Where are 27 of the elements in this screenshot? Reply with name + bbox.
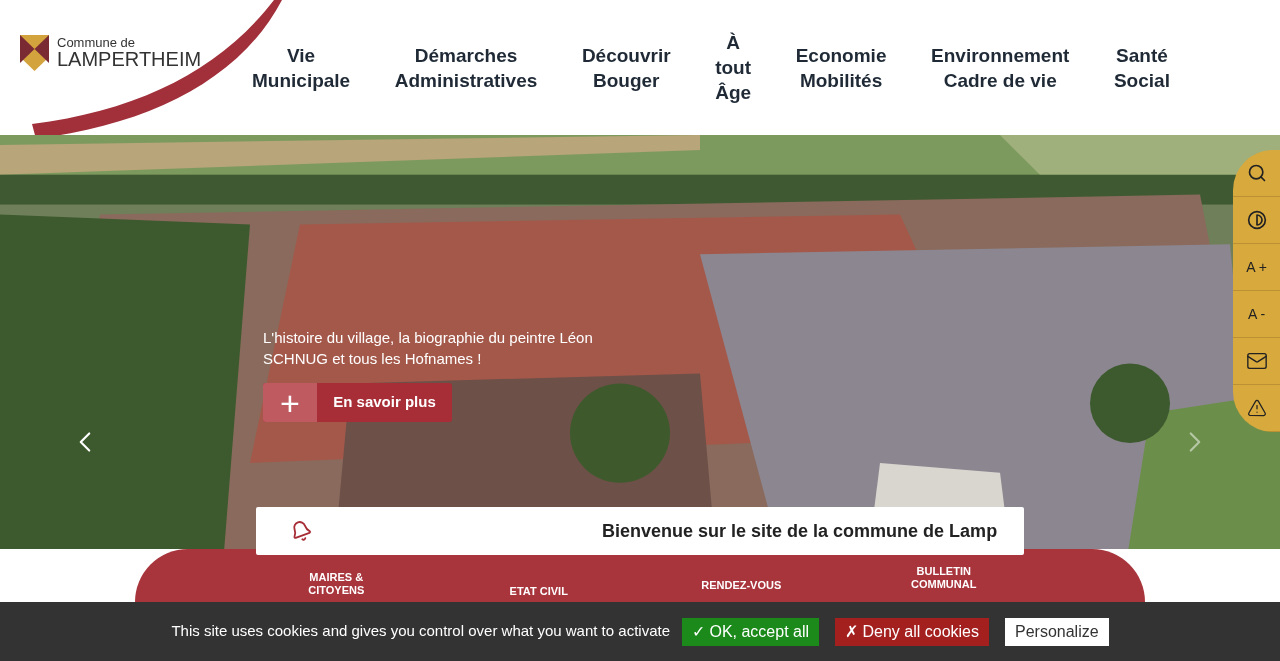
accessibility-button[interactable]: A + [1233,244,1280,291]
warning-icon [1246,398,1267,418]
quick-link[interactable]: ETAT CIVIL [483,585,594,598]
welcome-text: Bienvenue sur le site de la commune de Lamp [602,519,998,543]
accessibility-button[interactable]: A - [1233,291,1280,338]
learn-more-button[interactable]: + En savoir plus [263,383,452,422]
cookie-message: This site uses cookies and gives you control over what you want to activate [171,621,670,642]
quick-link[interactable]: MAIRES & CITOYENS [281,571,392,597]
nav-link[interactable]: Santé Social [1113,42,1170,93]
contrast-icon [1246,210,1267,230]
hero-caption: L'histoire du village, la biographie du peintre Léon SCHNUG et tous les Hofnames ! [263,328,594,369]
cookie-button[interactable]: Personalize [1005,617,1109,646]
quick-link[interactable]: RENDEZ-VOUS [686,579,797,592]
nav-link[interactable]: Economie Mobilités [795,42,887,93]
nav-link[interactable]: À tout Âge [715,30,752,105]
nav-link[interactable]: Vie Municipale [252,42,351,93]
nav-link[interactable]: Démarches Administratives [394,42,538,93]
nav-link[interactable]: Découvrir Bouger [581,42,671,93]
logo-title: LAMPERTHEIM [57,49,202,69]
nav-link[interactable]: Environnement Cadre de vie [931,42,1070,93]
search-icon [1246,163,1267,183]
logo-subtitle: Commune de [57,36,137,49]
quick-link[interactable]: BULLETIN COMMUNAL [888,565,999,591]
cookie-button[interactable]: ✗ Deny all cookies [835,617,989,646]
logo-shield-icon [20,34,49,71]
mail-icon [1245,350,1268,372]
cookie-button[interactable]: ✓ OK, accept all [682,617,820,646]
